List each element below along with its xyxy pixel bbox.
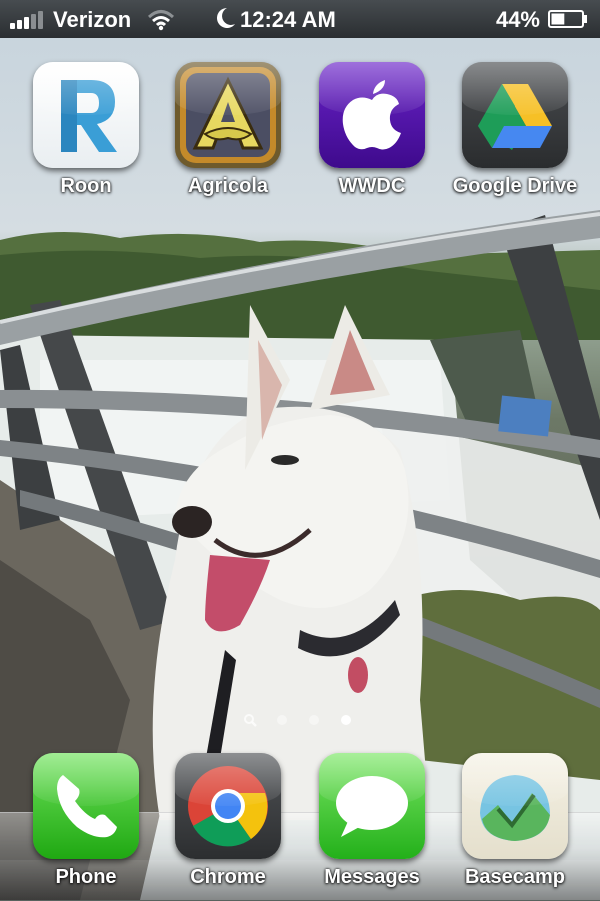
app-label: Agricola — [187, 175, 269, 197]
app-wwdc[interactable]: WWDC — [318, 62, 426, 198]
google-drive-icon — [462, 62, 568, 168]
app-messages[interactable]: Messages — [318, 753, 426, 889]
signal-bars-icon — [10, 11, 45, 29]
battery-percent: 44% — [495, 7, 540, 32]
page-dot[interactable] — [277, 715, 287, 725]
page-dot[interactable] — [309, 715, 319, 725]
battery-icon — [548, 10, 587, 28]
app-label: Messages — [324, 866, 420, 888]
app-phone[interactable]: Phone — [32, 753, 140, 889]
page-dot-current[interactable] — [341, 715, 351, 725]
app-agricola[interactable]: Agricola — [174, 62, 282, 198]
roon-icon — [33, 62, 139, 168]
basecamp-icon — [462, 753, 568, 859]
app-label: Roon — [60, 175, 112, 197]
app-label: Chrome — [190, 866, 266, 888]
phone-icon — [33, 753, 139, 859]
app-label: Phone — [55, 866, 117, 888]
spotlight-search-icon[interactable] — [243, 713, 257, 727]
wifi-icon — [148, 10, 175, 31]
agricola-icon — [175, 62, 281, 168]
do-not-disturb-moon-icon — [217, 8, 235, 29]
app-label: Basecamp — [464, 866, 566, 888]
apple-logo-icon — [319, 62, 425, 168]
status-bar: Verizon 12:24 AM 44% — [0, 0, 600, 38]
app-basecamp[interactable]: Basecamp — [461, 753, 569, 889]
app-label: WWDC — [338, 175, 406, 197]
chrome-icon — [175, 753, 281, 859]
carrier-info: Verizon — [10, 7, 175, 33]
page-indicator[interactable] — [243, 713, 373, 727]
messages-icon — [319, 753, 425, 859]
carrier-name: Verizon — [53, 7, 132, 32]
app-label: Google Drive — [452, 175, 578, 197]
app-chrome[interactable]: Chrome — [174, 753, 282, 889]
app-google-drive[interactable]: Google Drive — [453, 62, 577, 198]
app-roon[interactable]: Roon — [32, 62, 140, 198]
status-time: 12:24 AM — [240, 7, 336, 32]
